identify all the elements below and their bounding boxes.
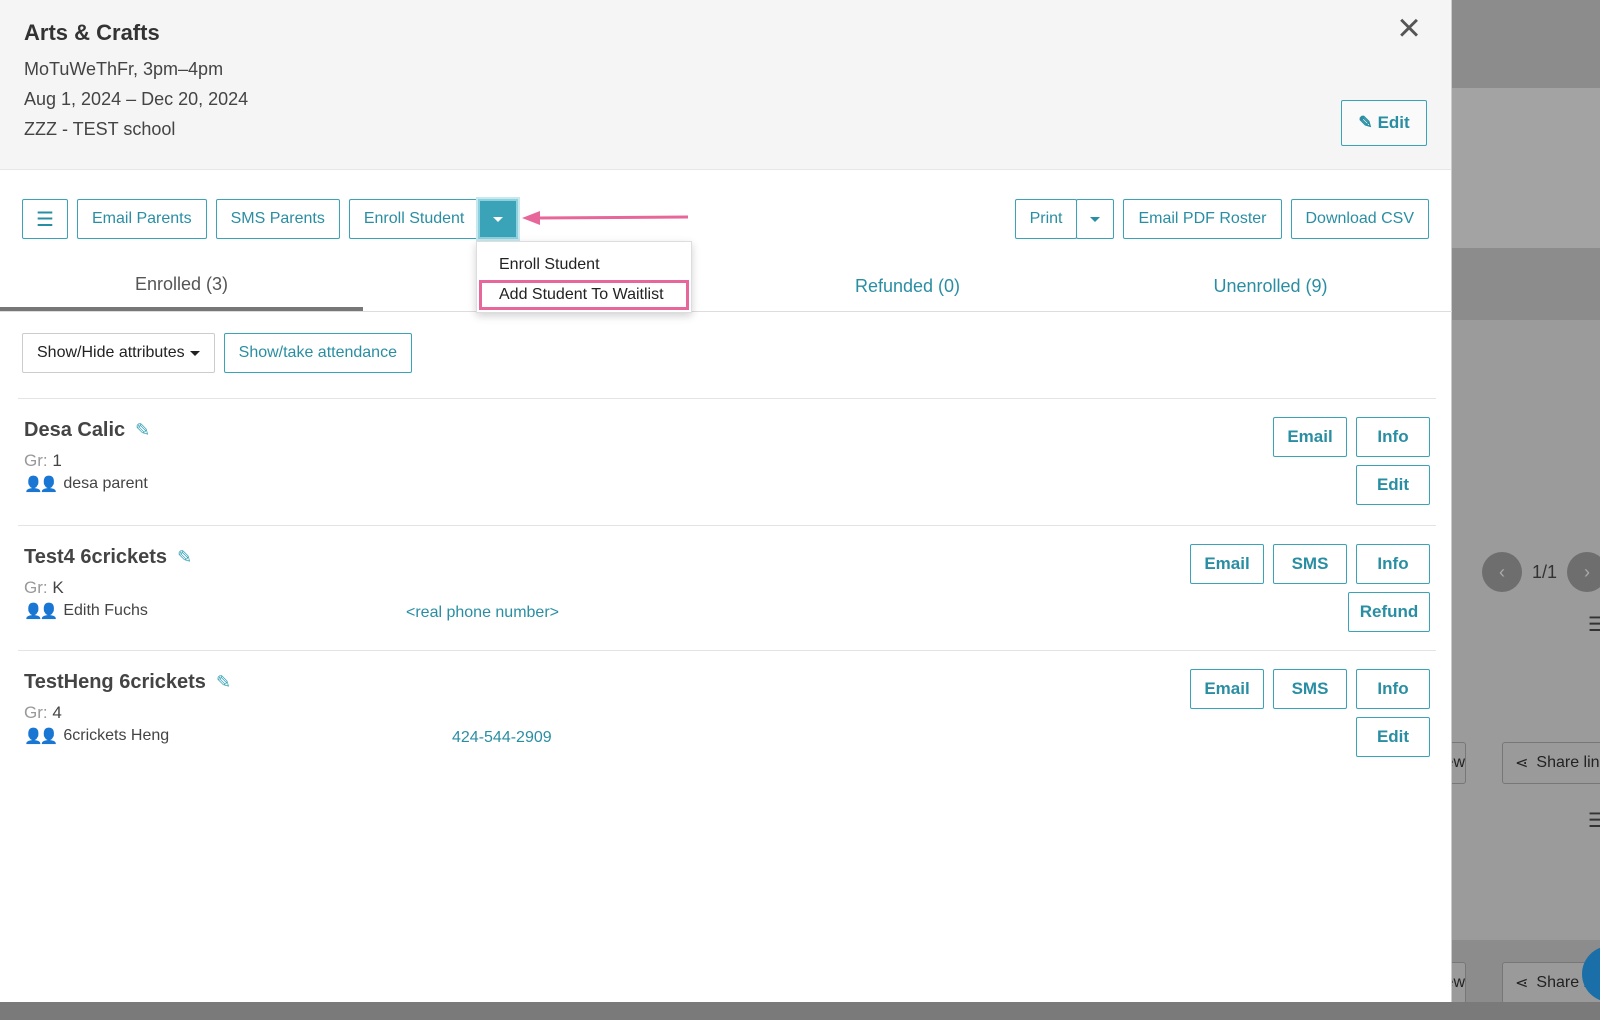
student-grade: Gr: 4 (24, 703, 62, 722)
email-pdf-roster-button[interactable]: Email PDF Roster (1123, 199, 1282, 239)
background-panel (1452, 320, 1600, 940)
parent-phone-link[interactable]: 424-544-2909 (452, 729, 552, 747)
parents-icon: 👤👤 (24, 476, 58, 493)
row-actions-secondary: Refund (1348, 592, 1430, 632)
list-item: Test4 6crickets ✎ Gr: K 👤👤 Edith Fuchs <… (18, 525, 1436, 650)
enroll-dropdown-toggle[interactable] (478, 199, 519, 239)
student-name: Desa Calic ✎ (24, 419, 151, 441)
background-footer (0, 1002, 1600, 1020)
background-panel (1452, 88, 1600, 248)
course-school: ZZZ - TEST school (24, 119, 176, 139)
caret-down-icon (189, 350, 200, 356)
tab-enrolled[interactable]: Enrolled (3) (0, 262, 363, 311)
hamburger-icon: ☰ (36, 208, 54, 231)
parent-phone-link[interactable]: <real phone number> (406, 604, 559, 622)
caret-down-icon (1090, 216, 1101, 222)
background-pager: ‹ 1/1 › (1482, 552, 1600, 592)
student-parent: 👤👤 desa parent (24, 475, 148, 493)
edit-button[interactable]: Edit (1356, 717, 1430, 757)
refund-button[interactable]: Refund (1348, 592, 1430, 632)
enroll-student-button[interactable]: Enroll Student (348, 199, 479, 239)
menu-icon: ☰ (1588, 810, 1600, 832)
modal-header: Arts & Crafts MoTuWeThFr, 3pm–4pm Aug 1,… (0, 0, 1451, 170)
parents-icon: 👤👤 (24, 603, 58, 620)
chevron-right-icon: › (1567, 552, 1600, 592)
menu-icon: ☰ (1588, 614, 1600, 636)
student-name: TestHeng 6crickets ✎ (24, 671, 232, 693)
sms-button[interactable]: SMS (1273, 669, 1347, 709)
list-item: Desa Calic ✎ Gr: 1 👤👤 desa parent Email … (18, 398, 1436, 525)
show-hide-attributes-button[interactable]: Show/Hide attributes (22, 333, 215, 373)
edit-button[interactable]: Edit (1356, 465, 1430, 505)
pencil-icon: ✎ (1358, 113, 1373, 132)
enroll-dropdown-menu: Enroll Student Add Student To Waitlist (476, 241, 692, 313)
tab-refunded[interactable]: Refunded (0) (726, 262, 1089, 311)
course-dates: Aug 1, 2024 – Dec 20, 2024 (24, 89, 249, 109)
pencil-icon[interactable]: ✎ (216, 672, 231, 693)
show-hide-label: Show/Hide attributes (37, 344, 185, 361)
print-split-button: Print (1014, 199, 1115, 239)
roster-tabs: Enrolled (3) Refunded (0) Unenrolled (9) (0, 262, 1452, 312)
info-button[interactable]: Info (1356, 417, 1430, 457)
menu-item-enroll-student[interactable]: Enroll Student (477, 250, 691, 280)
share-icon: ⋖ (1515, 975, 1529, 992)
row-actions: Email SMS Info (1190, 669, 1430, 709)
row-actions-secondary: Edit (1356, 465, 1430, 505)
sms-parents-button[interactable]: SMS Parents (215, 199, 340, 239)
student-grade: Gr: K (24, 578, 64, 597)
annotation-arrow-icon (522, 211, 689, 225)
pencil-icon[interactable]: ✎ (177, 547, 192, 568)
print-dropdown-toggle[interactable] (1076, 199, 1115, 239)
email-button[interactable]: Email (1190, 669, 1264, 709)
student-name: Test4 6crickets ✎ (24, 546, 193, 568)
background-share-button: ⋖ Share lin (1502, 742, 1600, 784)
roster-filters: Show/Hide attributes Show/take attendanc… (22, 333, 412, 373)
row-actions-secondary: Edit (1356, 717, 1430, 757)
tab-unenrolled[interactable]: Unenrolled (9) (1089, 262, 1452, 311)
hamburger-menu-button[interactable]: ☰ (22, 199, 68, 239)
print-button[interactable]: Print (1014, 199, 1078, 239)
info-button[interactable]: Info (1356, 544, 1430, 584)
menu-item-add-to-waitlist[interactable]: Add Student To Waitlist (479, 280, 689, 310)
pencil-icon[interactable]: ✎ (135, 420, 150, 441)
download-csv-button[interactable]: Download CSV (1290, 199, 1429, 239)
student-list: Desa Calic ✎ Gr: 1 👤👤 desa parent Email … (18, 398, 1436, 775)
show-take-attendance-button[interactable]: Show/take attendance (223, 333, 412, 373)
edit-course-button[interactable]: ✎ Edit (1341, 100, 1427, 146)
edit-course-label: Edit (1377, 113, 1410, 132)
row-actions: Email SMS Info (1190, 544, 1430, 584)
share-icon: ⋖ (1515, 755, 1529, 772)
chevron-left-icon: ‹ (1482, 552, 1522, 592)
email-button[interactable]: Email (1190, 544, 1264, 584)
enroll-student-split-button: Enroll Student (348, 199, 519, 239)
student-parent: 👤👤 6crickets Heng (24, 727, 170, 745)
sms-button[interactable]: SMS (1273, 544, 1347, 584)
email-parents-button[interactable]: Email Parents (77, 199, 207, 239)
info-button[interactable]: Info (1356, 669, 1430, 709)
student-parent: 👤👤 Edith Fuchs (24, 602, 148, 620)
list-item: TestHeng 6crickets ✎ Gr: 4 👤👤 6crickets … (18, 650, 1436, 775)
student-grade: Gr: 1 (24, 451, 62, 470)
pager-text: 1/1 (1532, 561, 1558, 582)
caret-down-icon (493, 216, 504, 222)
course-schedule: MoTuWeThFr, 3pm–4pm (24, 59, 224, 79)
close-icon[interactable]: × (1389, 8, 1429, 50)
course-title: Arts & Crafts (24, 20, 160, 45)
email-button[interactable]: Email (1273, 417, 1347, 457)
class-roster-modal: Arts & Crafts MoTuWeThFr, 3pm–4pm Aug 1,… (0, 0, 1452, 1002)
row-actions: Email Info (1273, 417, 1430, 457)
roster-toolbar: ☰ Email Parents SMS Parents Enroll Stude… (22, 199, 1429, 239)
parents-icon: 👤👤 (24, 728, 58, 745)
